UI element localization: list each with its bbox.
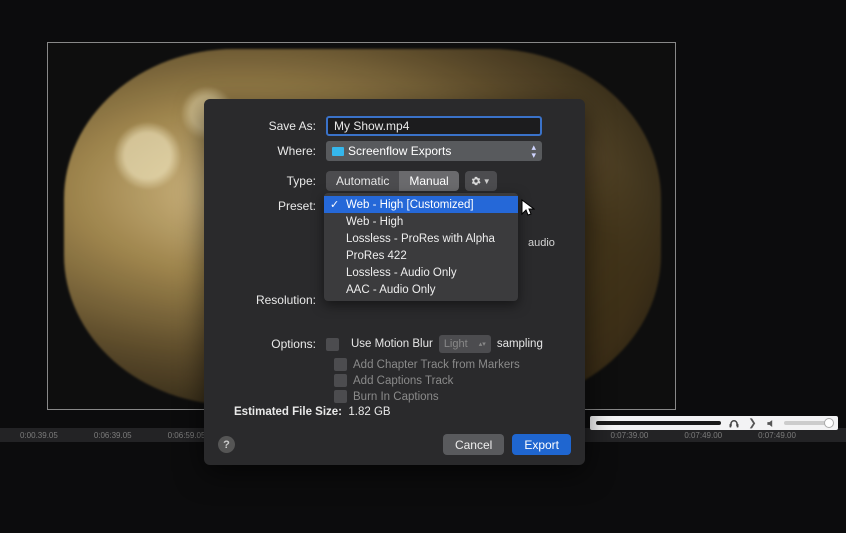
motion-blur-checkbox[interactable]	[326, 338, 339, 351]
preset-option-label: Lossless - Audio Only	[346, 267, 457, 279]
time-tick: 0:07:49.00	[684, 431, 722, 440]
checkmark-icon: ✓	[330, 198, 339, 211]
where-value: Screenflow Exports	[348, 144, 451, 158]
chapter-track-checkbox[interactable]	[334, 358, 347, 371]
time-tick: 0:06:39.05	[94, 431, 132, 440]
audio-indicator: audio	[528, 237, 555, 249]
resolution-label: Resolution:	[204, 293, 326, 307]
headphones-icon	[727, 417, 740, 430]
where-dropdown[interactable]: Screenflow Exports ▴▾	[326, 141, 542, 161]
preset-option-label: AAC - Audio Only	[346, 284, 435, 296]
preset-option[interactable]: Lossless - ProRes with Alpha	[324, 230, 518, 247]
sampling-value: Light	[444, 338, 468, 350]
preset-option-label: Lossless - ProRes with Alpha	[346, 233, 495, 245]
motion-blur-label: Use Motion Blur	[351, 338, 433, 350]
captions-track-checkbox[interactable]	[334, 374, 347, 387]
chapter-track-label: Add Chapter Track from Markers	[353, 359, 520, 371]
where-label: Where:	[204, 144, 326, 158]
filesize-value: 1.82 GB	[348, 406, 390, 418]
burn-captions-checkbox[interactable]	[334, 390, 347, 403]
volume-icon	[765, 417, 778, 430]
next-icon[interactable]: ❯	[746, 417, 759, 430]
cursor-icon	[521, 199, 535, 217]
gear-icon	[471, 176, 481, 186]
export-button[interactable]: Export	[512, 434, 571, 455]
time-tick: 0:07:49.00	[758, 431, 796, 440]
type-segmented: Automatic Manual	[326, 171, 459, 191]
help-button[interactable]: ?	[218, 436, 235, 453]
preset-menu: ✓ Web - High [Customized] Web - High Los…	[324, 193, 518, 301]
save-as-label: Save As:	[204, 119, 326, 133]
time-tick: 0:06:59.05	[168, 431, 206, 440]
chevron-updown-icon: ▴▾	[531, 143, 536, 159]
volume-slider[interactable]	[784, 421, 832, 425]
type-automatic-button[interactable]: Automatic	[326, 171, 399, 191]
chevron-updown-icon: ▴▾	[479, 340, 486, 348]
preset-option-label: Web - High [Customized]	[346, 199, 474, 211]
scrubber-track[interactable]	[596, 421, 721, 425]
preset-label: Preset:	[204, 199, 326, 213]
filesize-label: Estimated File Size:	[234, 406, 342, 418]
type-settings-button[interactable]: ▼	[465, 171, 497, 191]
volume-knob[interactable]	[824, 418, 834, 428]
cancel-button[interactable]: Cancel	[443, 434, 504, 455]
time-tick: 0:07:39.00	[611, 431, 649, 440]
save-as-input[interactable]	[326, 116, 542, 136]
folder-icon	[332, 147, 344, 156]
type-manual-button[interactable]: Manual	[399, 171, 458, 191]
options-label: Options:	[204, 337, 326, 351]
chevron-down-icon: ▼	[483, 177, 491, 186]
preset-option[interactable]: Lossless - Audio Only	[324, 264, 518, 281]
playback-bar: ❯	[590, 416, 838, 430]
burn-captions-label: Burn In Captions	[353, 391, 439, 403]
preset-option[interactable]: ProRes 422	[324, 247, 518, 264]
sampling-dropdown[interactable]: Light ▴▾	[439, 335, 491, 353]
sampling-suffix: sampling	[497, 338, 543, 350]
preset-option-label: Web - High	[346, 216, 403, 228]
captions-track-label: Add Captions Track	[353, 375, 453, 387]
time-tick: 0:00.39.05	[20, 431, 58, 440]
preset-option[interactable]: ✓ Web - High [Customized]	[324, 196, 518, 213]
preset-option[interactable]: AAC - Audio Only	[324, 281, 518, 298]
preset-option[interactable]: Web - High	[324, 213, 518, 230]
export-dialog: Save As: Where: Screenflow Exports ▴▾ Ty…	[204, 99, 585, 465]
preset-option-label: ProRes 422	[346, 250, 407, 262]
type-label: Type:	[204, 174, 326, 188]
